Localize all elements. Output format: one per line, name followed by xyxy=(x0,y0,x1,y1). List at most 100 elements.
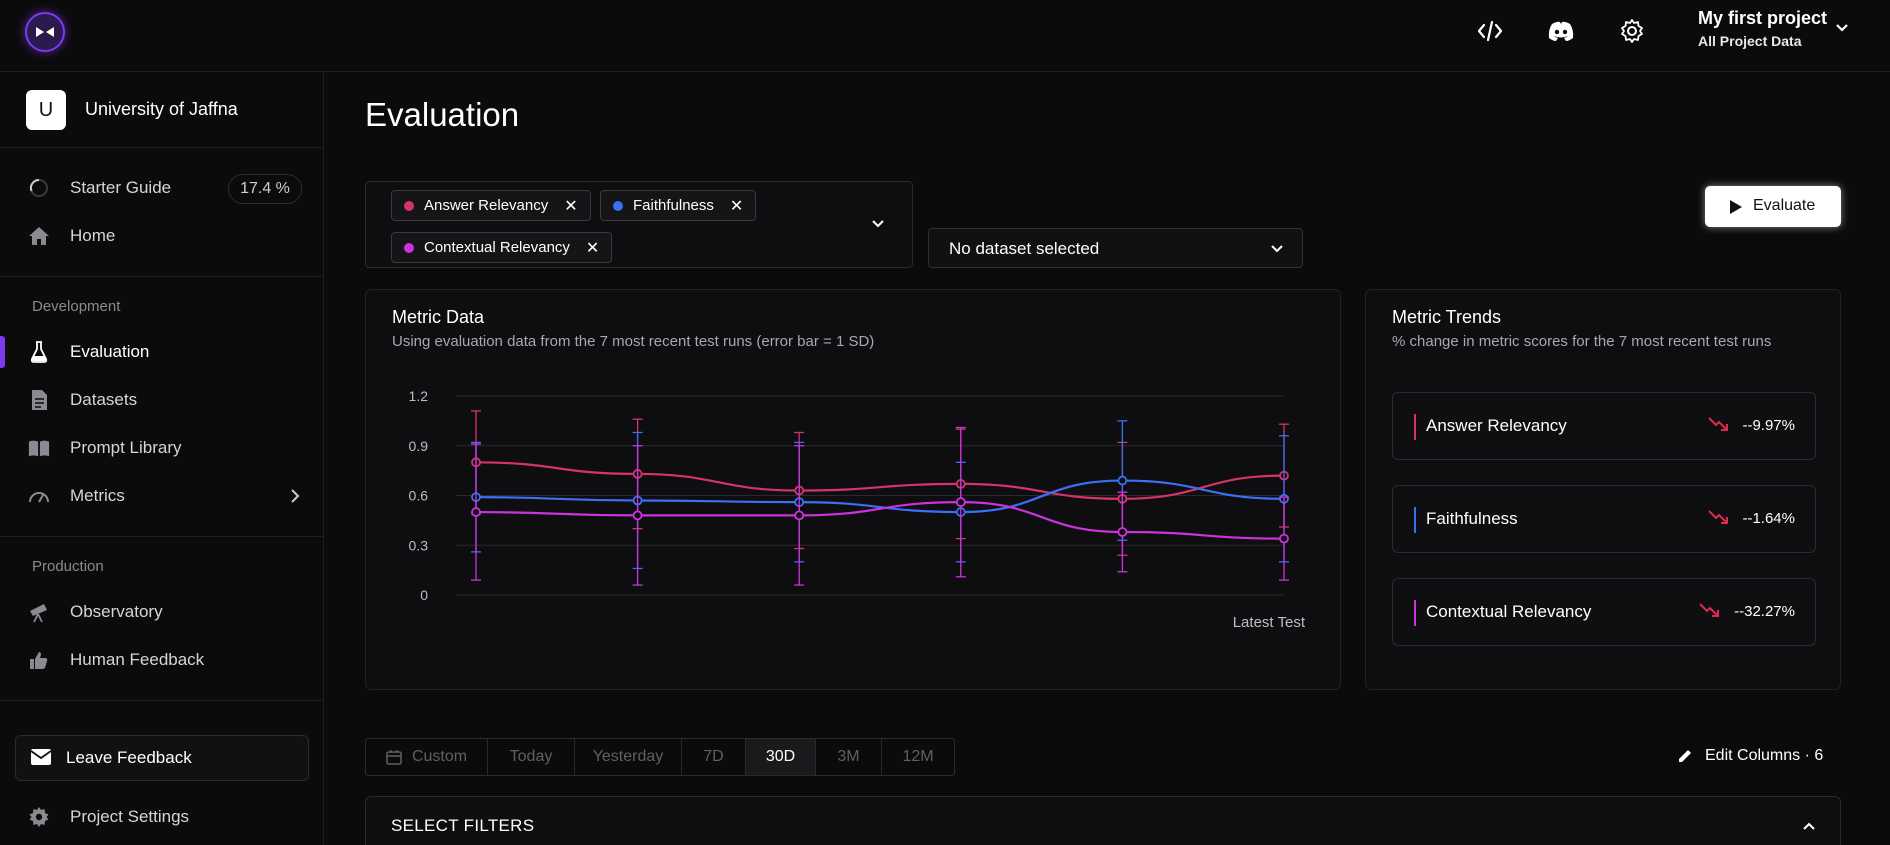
discord-icon[interactable] xyxy=(1546,16,1576,46)
pencil-icon xyxy=(1677,748,1693,764)
project-name: My first project xyxy=(1698,8,1828,28)
date-range-12m[interactable]: 12M xyxy=(882,739,954,775)
trend-name: Answer Relevancy xyxy=(1426,416,1567,435)
sidebar-item-label: Prompt Library xyxy=(70,438,182,457)
sidebar-item-observatory[interactable]: Observatory xyxy=(0,592,324,632)
logo-icon xyxy=(36,27,54,37)
date-range-today[interactable]: Today xyxy=(488,739,575,775)
page-title: Evaluation xyxy=(365,96,520,133)
divider xyxy=(0,700,324,701)
data-point xyxy=(794,510,805,521)
sidebar-item-label: Project Settings xyxy=(70,807,190,826)
book-icon xyxy=(28,437,50,459)
sidebar-item-label: Observatory xyxy=(70,602,163,621)
chip-label: Faithfulness xyxy=(633,197,714,214)
divider xyxy=(0,276,324,277)
select-filters-label: SELECT FILTERS xyxy=(391,816,535,835)
sidebar-item-metrics[interactable]: Metrics xyxy=(0,476,324,516)
trend-name: Faithfulness xyxy=(1426,509,1518,528)
home-icon xyxy=(28,225,50,247)
metric-data-card: Metric Data Using evaluation data from t… xyxy=(365,289,1341,690)
remove-chip-icon[interactable]: ✕ xyxy=(586,238,599,258)
y-tick-label: 0.3 xyxy=(409,537,429,553)
data-point xyxy=(1117,527,1128,537)
chevron-down-icon xyxy=(1270,241,1284,259)
edit-columns-button[interactable]: Edit Columns · 6 xyxy=(1677,747,1823,765)
color-dot xyxy=(404,200,414,211)
trend-value: --1.64% xyxy=(1742,510,1795,527)
trend-row-contextual-relevancy: Contextual Relevancy --32.27% xyxy=(1392,578,1816,646)
dataset-select[interactable]: No dataset selected xyxy=(928,228,1303,268)
data-point xyxy=(471,507,481,517)
gear-icon xyxy=(28,806,50,828)
metric-chip-answer-relevancy: Answer Relevancy ✕ xyxy=(391,190,591,221)
date-range-30d[interactable]: 30D xyxy=(746,739,816,775)
metric-multiselect[interactable]: Answer Relevancy ✕ Faithfulness ✕ Contex… xyxy=(365,181,913,268)
data-point xyxy=(632,510,643,521)
sidebar-item-datasets[interactable]: Datasets xyxy=(0,380,324,420)
project-scope: All Project Data xyxy=(1698,33,1802,49)
leave-feedback-label: Leave Feedback xyxy=(66,748,192,767)
sidebar-item-evaluation[interactable]: Evaluation xyxy=(0,332,324,372)
chevron-down-icon[interactable] xyxy=(871,216,885,234)
gauge-icon xyxy=(28,485,50,507)
sidebar-item-label: Evaluation xyxy=(70,342,150,361)
play-icon xyxy=(1729,199,1743,220)
starter-guide-progress-badge: 17.4 % xyxy=(228,174,302,204)
leave-feedback-button[interactable]: Leave Feedback xyxy=(15,735,309,781)
org-name: University of Jaffna xyxy=(85,99,238,119)
section-label-production: Production xyxy=(32,558,104,575)
org-switcher[interactable]: U University of Jaffna xyxy=(26,90,316,130)
divider xyxy=(0,536,324,537)
metric-chip-contextual-relevancy: Contextual Relevancy ✕ xyxy=(391,232,613,263)
evaluate-label: Evaluate xyxy=(1753,197,1816,214)
sidebar-item-human-feedback[interactable]: Human Feedback xyxy=(0,640,324,680)
sidebar-item-label: Home xyxy=(70,226,116,245)
select-filters-panel[interactable]: SELECT FILTERS xyxy=(365,796,1841,845)
trend-row-answer-relevancy: Answer Relevancy --9.97% xyxy=(1392,392,1816,460)
app-logo[interactable] xyxy=(25,12,65,52)
remove-chip-icon[interactable]: ✕ xyxy=(564,196,577,216)
data-point xyxy=(955,497,966,508)
trend-down-icon xyxy=(1707,508,1731,531)
trend-down-icon xyxy=(1707,415,1731,438)
date-range-yesterday[interactable]: Yesterday xyxy=(575,739,682,775)
date-range-label: Custom xyxy=(411,748,468,765)
thumbs-icon xyxy=(28,649,50,671)
sidebar-item-home[interactable]: Home xyxy=(0,216,324,256)
calendar-icon xyxy=(386,749,402,765)
chip-label: Contextual Relevancy xyxy=(424,239,570,256)
trend-row-faithfulness: Faithfulness --1.64% xyxy=(1392,485,1816,553)
metric-trends-subtitle: % change in metric scores for the 7 most… xyxy=(1392,333,1772,350)
code-icon[interactable] xyxy=(1475,16,1505,46)
chevron-up-icon xyxy=(1802,818,1816,836)
org-avatar: U xyxy=(26,90,66,130)
date-range-7d[interactable]: 7D xyxy=(682,739,746,775)
metric-chip-faithfulness: Faithfulness ✕ xyxy=(600,190,757,221)
telescope-icon xyxy=(28,601,50,623)
remove-chip-icon[interactable]: ✕ xyxy=(730,196,743,216)
top-bar: My first project All Project Data xyxy=(0,0,1890,72)
chevron-down-icon[interactable] xyxy=(1835,20,1849,38)
sidebar-item-label: Human Feedback xyxy=(70,650,205,669)
date-range-selector: Custom Today Yesterday 7D 30D 3M 12M xyxy=(365,738,955,776)
sidebar-item-prompt-library[interactable]: Prompt Library xyxy=(0,428,324,468)
divider xyxy=(0,147,324,148)
metric-trends-title: Metric Trends xyxy=(1392,307,1502,327)
y-tick-label: 1.2 xyxy=(409,388,429,404)
evaluate-button[interactable]: Evaluate xyxy=(1705,186,1841,227)
edit-columns-label: Edit Columns · 6 xyxy=(1705,747,1824,764)
project-switcher[interactable]: My first project All Project Data xyxy=(1698,8,1848,49)
trend-down-icon xyxy=(1698,601,1722,624)
y-tick-label: 0 xyxy=(420,587,428,603)
sidebar: U University of Jaffna Starter Guide 17.… xyxy=(0,72,324,845)
sidebar-item-project-settings[interactable]: Project Settings xyxy=(0,797,324,837)
progress-ring-icon xyxy=(28,177,50,199)
chevron-right-icon xyxy=(290,489,300,508)
section-label-development: Development xyxy=(32,298,121,315)
gear-icon[interactable] xyxy=(1617,16,1647,46)
date-range-custom[interactable]: Custom xyxy=(366,739,488,775)
document-icon xyxy=(28,389,50,411)
x-axis-label: Latest Test xyxy=(1233,614,1306,631)
date-range-3m[interactable]: 3M xyxy=(816,739,882,775)
